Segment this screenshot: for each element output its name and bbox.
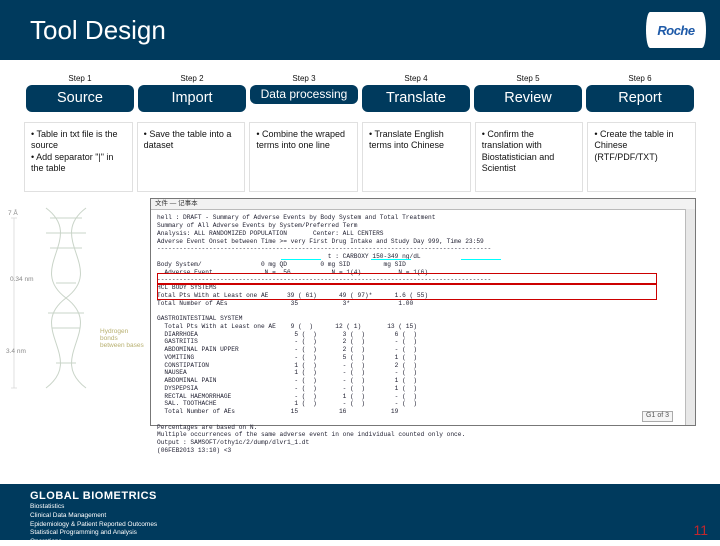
step-title: Data processing [250,85,358,104]
footer-line: Epidemiology & Patient Reported Outcomes [30,521,690,529]
steps-row: Step 1 Source Step 2 Import Step 3 Data … [0,60,720,116]
step-label: Step 5 [472,74,584,83]
step-descriptions: Table in txt file is the source Add sepa… [0,116,720,196]
footer-bar: GLOBAL BIOMETRICS Biostatistics Clinical… [0,484,720,540]
cyan-mark [281,259,321,260]
page-title: Tool Design [30,15,166,46]
desc-4: Translate English terms into Chinese [362,122,471,192]
step-5: Step 5 Review [472,74,584,112]
title-bar: Tool Design Roche [0,0,720,60]
ss-line: ABDOMINAL PAIN UPPER - ( ) 2 ( ) - ( ) [157,346,417,353]
step-2: Step 2 Import [136,74,248,112]
roche-logo: Roche [646,12,706,48]
ss-line: Total Pts With at Least one AE 9 ( ) 12 … [157,323,417,330]
page-indicator: G1 of 3 [642,411,673,422]
step-label: Step 4 [360,74,472,83]
ss-line: Body System/ 0 mg QD 0 mg SID mg SID [157,261,406,268]
step-title: Import [138,85,246,112]
step-3: Step 3 Data processing [248,74,360,112]
ss-line: Adverse Event Onset between Time >= very… [157,238,484,245]
ss-line: CONSTIPATION 1 ( ) - ( ) 2 ( ) [157,362,417,369]
notepad-titlebar: 文件 — 记事本 [151,199,695,210]
highlight-box-2 [157,284,657,300]
step-4: Step 4 Translate [360,74,472,112]
footer-line: Statistical Programming and Analysis [30,529,690,537]
ss-line: ABDOMINAL PAIN - ( ) - ( ) 1 ( ) [157,377,417,384]
step-title: Review [474,85,582,112]
desc-3: Combine the wraped terms into one line [249,122,358,192]
desc-bullet: Combine the wraped terms into one line [256,129,351,152]
ss-line: Analysis: ALL RANDOMIZED POPULATION Cent… [157,230,384,237]
step-1: Step 1 Source [24,74,136,112]
footer-line: Operations [30,538,690,546]
dna-icon [6,198,150,428]
step-title: Translate [362,85,470,112]
cyan-mark [371,259,411,260]
desc-bullet: Add separator "|" in the table [31,152,126,175]
ss-date: (06FEB2013 13:10) <3 [157,447,231,454]
ss-footnote: Multiple occurrences of the same adverse… [157,431,465,438]
desc-bullet: Create the table in Chinese (RTF/PDF/TXT… [594,129,689,163]
ss-line: Total Number of AEs 15 16 19 [157,408,398,415]
footer-line: Clinical Data Management [30,512,690,520]
dna-label-mid: 0.34 nm [10,276,34,283]
dna-illustration: 7 Å 0.34 nm 3.4 nm Hydrogen bonds betwee… [6,198,150,426]
ss-source: Output : SAMSOFT/othy1c/2/dump/dlvr1_1.d… [157,439,309,446]
ss-footnote: Percentages are based on N. [157,424,257,431]
dna-label-right: Hydrogen bonds between bases [100,328,144,349]
cyan-mark [461,259,501,260]
ss-line: GASTRITIS - ( ) 2 ( ) - ( ) [157,338,417,345]
desc-2: Save the table into a dataset [137,122,246,192]
ss-line: hell : DRAFT - Summary of Adverse Events… [157,214,435,221]
desc-bullet: Save the table into a dataset [144,129,239,152]
dna-label-bottom: 3.4 nm [6,348,26,355]
ss-line: VOMITING - ( ) 5 ( ) 1 ( ) [157,354,417,361]
ss-line: SAL. TOOTHACHE 1 ( ) - ( ) - ( ) [157,400,417,407]
step-label: Step 2 [136,74,248,83]
step-label: Step 1 [24,74,136,83]
embedded-notepad-screenshot: 文件 — 记事本 hell : DRAFT - Summary of Adver… [150,198,696,426]
step-title: Report [586,85,694,112]
desc-6: Create the table in Chinese (RTF/PDF/TXT… [587,122,696,192]
notepad-body: hell : DRAFT - Summary of Adverse Events… [151,210,695,458]
ss-line: DYSPEPSIA - ( ) - ( ) 1 ( ) [157,385,417,392]
ss-line: RECTAL HAEMORRHAGE - ( ) 1 ( ) - ( ) [157,393,417,400]
highlight-box [157,273,657,284]
footer-heading: GLOBAL BIOMETRICS [30,490,690,502]
ss-group: GASTROINTESTINAL SYSTEM [157,315,242,322]
ss-line: Total Number of AEs 35 3* 1.00 [157,300,413,307]
desc-5: Confirm the translation with Biostatisti… [475,122,584,192]
scrollbar[interactable] [685,209,695,425]
dna-label-top: 7 Å [8,210,18,217]
ss-line: Summary of All Adverse Events by System/… [157,222,358,229]
desc-bullet: Confirm the translation with Biostatisti… [482,129,577,174]
step-6: Step 6 Report [584,74,696,112]
step-label: Step 3 [248,74,360,83]
desc-bullet: Translate English terms into Chinese [369,129,464,152]
slide-number: 11 [693,522,708,538]
desc-bullet: Table in txt file is the source [31,129,126,152]
footer-line: Biostatistics [30,503,690,511]
desc-1: Table in txt file is the source Add sepa… [24,122,133,192]
ss-line: DIARRHOEA 5 ( ) 3 ( ) 6 ( ) [157,331,417,338]
step-title: Source [26,85,134,112]
step-label: Step 6 [584,74,696,83]
ss-line: NAUSEA 1 ( ) - ( ) - ( ) [157,369,417,376]
